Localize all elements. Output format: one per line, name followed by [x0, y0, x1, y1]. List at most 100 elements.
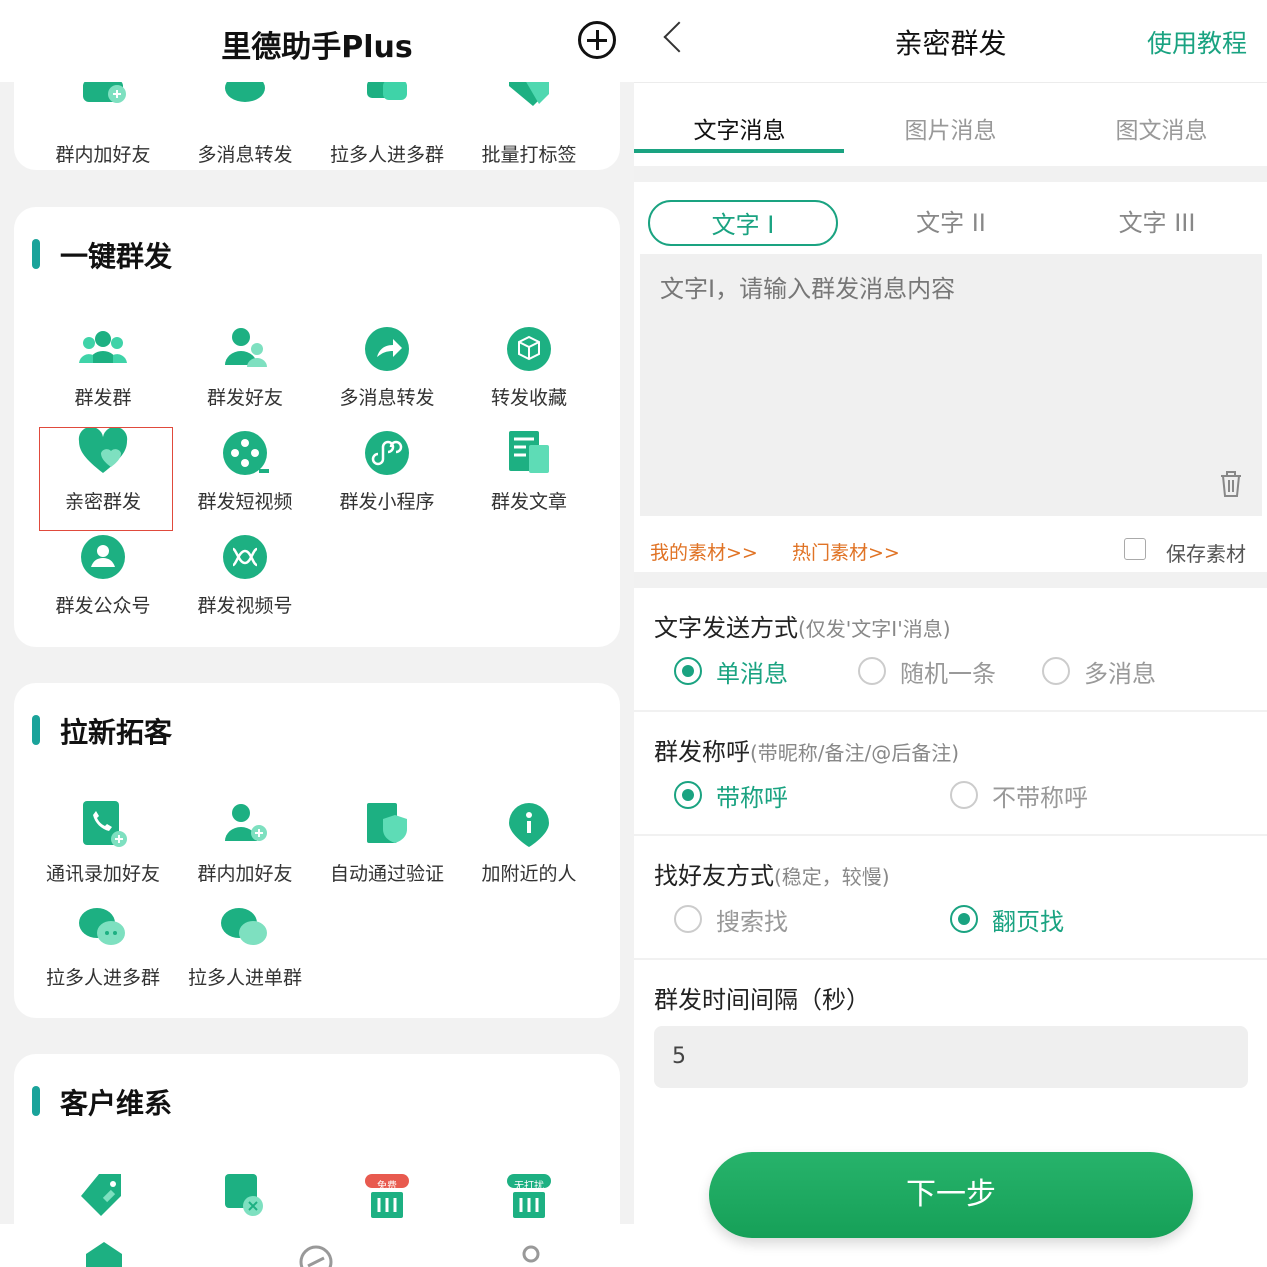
section-title: 拉新拓客: [60, 716, 173, 749]
grid-item-contacts-add[interactable]: 通讯录加好友: [32, 799, 174, 899]
interval-title: 群发时间间隔（秒）: [654, 986, 870, 1014]
active-tab-indicator: [634, 149, 844, 153]
subtab-text-3[interactable]: 文字 III: [1062, 200, 1252, 246]
save-material-checkbox[interactable]: [1124, 538, 1146, 560]
right-panel: 亲密群发 使用教程 文字消息 图片消息 图文消息 文字 I 文字 II 文字 I…: [634, 0, 1267, 1267]
item-label: 群发公众号: [55, 595, 151, 617]
profile-icon[interactable]: [518, 1244, 544, 1267]
section-accent-bar: [32, 1086, 40, 1116]
home-icon[interactable]: [86, 1242, 122, 1267]
grid-item-mass-group[interactable]: 群发群: [32, 323, 174, 423]
card-acquire: 拉新拓客 通讯录加好友 群内加好友 自动通过验证 加附近的人 拉多人进多群 拉多…: [14, 683, 620, 1018]
grid-item-group-add-friend[interactable]: 群内加好友: [32, 80, 174, 170]
grid-item-multi-forward-2[interactable]: 多消息转发: [316, 323, 458, 423]
item-label: 加附近的人: [481, 863, 577, 885]
chat-bubbles-icon: [367, 80, 407, 100]
grid-item-pull-multi-groups[interactable]: 拉多人进多群: [316, 80, 458, 170]
tab-image-message[interactable]: 图片消息: [845, 111, 1056, 145]
tag-icon: [81, 1174, 121, 1216]
grid-item-mass-short-video[interactable]: 群发短视频: [174, 427, 316, 527]
find-mode-section: 找好友方式(稳定，较慢) 搜索找 翻页找: [634, 836, 1267, 958]
radio-label: 带称呼: [716, 783, 788, 812]
grid-item-group-add-friend-2[interactable]: 群内加好友: [174, 799, 316, 899]
radio-label: 不带称呼: [992, 783, 1088, 812]
discover-icon[interactable]: [298, 1244, 334, 1267]
radio-dot: [674, 657, 702, 685]
message-textarea[interactable]: [640, 254, 1262, 516]
text-editor-card: 文字 I 文字 II 文字 III 我的素材>> 热门素材>> 保存素材: [634, 182, 1267, 572]
item-label: 多消息转发: [339, 387, 435, 409]
forward-icon: [365, 327, 409, 371]
radio-without-salutation[interactable]: 不带称呼: [950, 780, 1088, 812]
remove-icon: [225, 1174, 263, 1216]
salutation-hint: (带昵称/备注/@后备注): [750, 741, 960, 765]
item-label: 批量打标签: [481, 144, 577, 166]
message-type-tabs: 文字消息 图片消息 图文消息: [634, 82, 1267, 166]
grid-item-mass-official-account[interactable]: 群发公众号: [32, 531, 174, 631]
section-title: 一键群发: [60, 240, 173, 273]
tag-icon: [509, 80, 549, 106]
item-label: 群发好友: [206, 387, 283, 409]
my-materials-link[interactable]: 我的素材>>: [650, 538, 758, 565]
grid-item-mass-friends[interactable]: 群发好友: [174, 323, 316, 423]
radio-dot: [1042, 657, 1070, 685]
subtab-text-1[interactable]: 文字 I: [648, 200, 838, 246]
item-label: 拉多人进多群: [45, 967, 160, 989]
grid-item-forward-favorites[interactable]: 转发收藏: [458, 323, 600, 423]
salutation-title: 群发称呼(带昵称/备注/@后备注): [654, 732, 959, 767]
grid-item-mass-channels[interactable]: 群发视频号: [174, 531, 316, 631]
grid-item-mass-mini-program[interactable]: 群发小程序: [316, 427, 458, 527]
chat-bubble-icon: [221, 908, 267, 945]
shield-icon: [367, 803, 407, 843]
interval-input[interactable]: 5: [654, 1026, 1248, 1088]
item-label: 群发小程序: [339, 491, 435, 513]
forward-icon: [225, 80, 265, 102]
radio-dot: [858, 657, 886, 685]
channels-icon: [223, 535, 267, 579]
send-mode-title-text: 文字发送方式: [654, 614, 798, 642]
section-accent-bar: [32, 715, 40, 745]
send-mode-hint: (仅发'文字I'消息): [798, 617, 951, 641]
tab-text-message[interactable]: 文字消息: [634, 111, 845, 145]
film-icon: [223, 431, 269, 475]
box-icon: [507, 327, 551, 371]
radio-dot: [950, 781, 978, 809]
grid-item-pull-single[interactable]: 拉多人进单群: [174, 903, 316, 1003]
grid-item-batch-tag[interactable]: 批量打标签: [458, 80, 600, 170]
radio-single-message[interactable]: 单消息: [674, 656, 788, 688]
item-label: 自动通过验证: [329, 863, 444, 885]
radio-random-one[interactable]: 随机一条: [858, 656, 996, 688]
tutorial-link[interactable]: 使用教程: [1147, 24, 1247, 60]
radio-label: 多消息: [1084, 659, 1156, 688]
trash-icon[interactable]: [1220, 470, 1242, 498]
grid-item-multi-forward[interactable]: 多消息转发: [174, 80, 316, 170]
radio-label: 单消息: [716, 659, 788, 688]
no-disturb-badge: 无打扰: [514, 1181, 544, 1192]
radio-with-salutation[interactable]: 带称呼: [674, 780, 788, 812]
hot-materials-link[interactable]: 热门素材>>: [792, 538, 900, 565]
item-label: 多消息转发: [197, 144, 293, 166]
grid-item-auto-verify[interactable]: 自动通过验证: [316, 799, 458, 899]
radio-search-find[interactable]: 搜索找: [674, 904, 788, 936]
item-label: 转发收藏: [490, 387, 567, 409]
chat-bubbles-icon: [79, 908, 125, 945]
item-label: 群发短视频: [197, 491, 293, 513]
selection-highlight: [39, 427, 173, 531]
subtab-text-2[interactable]: 文字 II: [856, 200, 1046, 246]
add-icon[interactable]: [578, 21, 616, 59]
location-icon: [509, 803, 549, 847]
salutation-section: 群发称呼(带昵称/备注/@后备注) 带称呼 不带称呼: [634, 712, 1267, 834]
grid-item-pull-multi[interactable]: 拉多人进多群: [32, 903, 174, 1003]
radio-multi-message[interactable]: 多消息: [1042, 656, 1156, 688]
item-label: 群发视频号: [197, 595, 293, 617]
radio-label: 搜索找: [716, 907, 788, 936]
free-badge: 免费: [377, 1181, 397, 1192]
radio-page-find[interactable]: 翻页找: [950, 904, 1064, 936]
tab-rich-message[interactable]: 图文消息: [1056, 111, 1267, 145]
radio-dot: [950, 905, 978, 933]
grid-item-mass-article[interactable]: 群发文章: [458, 427, 600, 527]
grid-item-nearby[interactable]: 加附近的人: [458, 799, 600, 899]
radio-dot: [674, 781, 702, 809]
next-step-button[interactable]: 下一步: [709, 1152, 1193, 1238]
article-icon: [509, 431, 549, 473]
